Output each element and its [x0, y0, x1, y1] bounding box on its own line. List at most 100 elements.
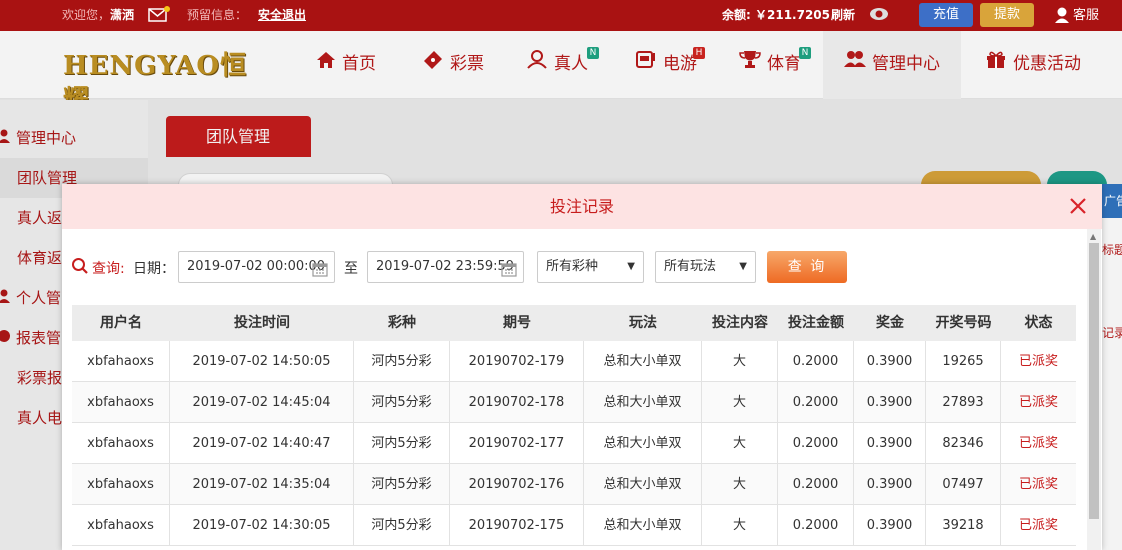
table-row: xbfahaoxs 2019-07-02 14:40:47 河内5分彩 2019… — [72, 423, 1076, 464]
col-header: 彩种 — [388, 315, 416, 331]
calendar-icon[interactable] — [312, 259, 328, 277]
cell-amount: 0.2000 — [778, 382, 854, 422]
col-header: 奖金 — [876, 315, 904, 331]
cell-status: 已派奖 — [1018, 477, 1058, 492]
cell-username: xbfahaoxs — [72, 423, 170, 463]
to-label: 至 — [344, 261, 358, 277]
background-fragment: 标题 — [1102, 243, 1122, 257]
background-fragment: 广告 — [1102, 184, 1122, 218]
logout-link[interactable]: 安全退出 — [258, 0, 306, 31]
bet-records-modal: 投注记录 查询: 日期： 2019-07-02 00:00:00 至 2019-… — [62, 184, 1102, 550]
gift-icon — [985, 31, 1007, 97]
cell-result: 82346 — [926, 423, 1001, 463]
dropdown-arrow-icon: ▼ — [627, 261, 635, 272]
cell-lottery: 河内5分彩 — [354, 341, 450, 381]
person-icon — [526, 31, 548, 97]
col-header: 投注金额 — [788, 315, 844, 331]
nav-slots[interactable]: 电游 — [633, 31, 699, 99]
cell-prize: 0.3900 — [854, 341, 926, 381]
end-date-input[interactable]: 2019-07-02 23:59:59 — [367, 251, 524, 283]
cell-bet-time: 2019-07-02 14:30:05 — [170, 505, 354, 545]
new-badge: N — [587, 47, 599, 59]
cell-play: 总和大小单双 — [584, 423, 702, 463]
refresh-link[interactable]: 刷新 — [831, 0, 855, 31]
nav-live[interactable]: 真人 — [524, 31, 590, 99]
cell-issue: 20190702-178 — [450, 382, 584, 422]
nav-label: 电游 — [663, 54, 697, 74]
reserved-info-label: 预留信息： — [187, 8, 248, 22]
col-header: 开奖号码 — [935, 315, 992, 331]
users-icon — [844, 31, 866, 97]
deposit-button[interactable]: 充值 — [919, 3, 973, 27]
cell-content: 大 — [702, 341, 778, 381]
cell-username: xbfahaoxs — [72, 464, 170, 504]
mail-icon[interactable] — [148, 0, 170, 31]
end-date-value: 2019-07-02 23:59:59 — [376, 259, 515, 274]
nav-home[interactable]: 首页 — [314, 31, 378, 99]
query-button[interactable]: 查 询 — [767, 251, 847, 283]
dropdown-arrow-icon: ▼ — [739, 261, 747, 272]
balance-value: ￥211.7205 — [755, 8, 831, 22]
cell-play: 总和大小单双 — [584, 464, 702, 504]
start-date-input[interactable]: 2019-07-02 00:00:00 — [178, 251, 335, 283]
play-type-value: 所有玩法 — [664, 259, 717, 274]
cell-amount: 0.2000 — [778, 341, 854, 381]
withdraw-button[interactable]: 提款 — [980, 3, 1034, 27]
cell-status: 已派奖 — [1018, 436, 1058, 451]
date-label: 日期： — [133, 261, 175, 277]
play-type-select[interactable]: 所有玩法 ▼ — [655, 251, 756, 283]
col-header: 期号 — [503, 315, 531, 331]
service-icon[interactable] — [1054, 0, 1070, 31]
calendar-icon[interactable] — [501, 259, 517, 277]
col-header: 投注内容 — [712, 315, 768, 331]
cell-content: 大 — [702, 423, 778, 463]
col-header: 用户名 — [100, 315, 142, 331]
site-logo[interactable]: HENGYAO恒耀 — [63, 49, 271, 115]
col-header: 状态 — [1024, 315, 1053, 331]
nav-label: 彩票 — [450, 54, 484, 74]
cell-issue: 20190702-175 — [450, 505, 584, 545]
cell-prize: 0.3900 — [854, 505, 926, 545]
table-header-row: 用户名 投注时间 彩种 期号 玩法 投注内容 投注金额 奖金 开奖号码 状态 — [72, 305, 1076, 341]
cell-bet-time: 2019-07-02 14:35:04 — [170, 464, 354, 504]
nav-sports[interactable]: 体育 — [737, 31, 803, 99]
cell-issue: 20190702-177 — [450, 423, 584, 463]
start-date-value: 2019-07-02 00:00:00 — [187, 259, 326, 274]
cell-status: 已派奖 — [1018, 354, 1058, 369]
cell-issue: 20190702-176 — [450, 464, 584, 504]
main-nav: HENGYAO恒耀 首页 彩票 真人 N 电游 H 体育 N 管理中心 优惠活动 — [0, 31, 1122, 115]
nav-label: 首页 — [342, 54, 376, 74]
username: 潇洒 — [110, 8, 135, 22]
service-link[interactable]: 客服 — [1073, 0, 1099, 31]
scroll-up-icon[interactable]: ▲ — [1090, 232, 1096, 241]
nav-lottery[interactable]: 彩票 — [420, 31, 486, 99]
cell-bet-time: 2019-07-02 14:50:05 — [170, 341, 354, 381]
cell-prize: 0.3900 — [854, 423, 926, 463]
cell-content: 大 — [702, 382, 778, 422]
cell-result: 19265 — [926, 341, 1001, 381]
cell-result: 07497 — [926, 464, 1001, 504]
cell-lottery: 河内5分彩 — [354, 382, 450, 422]
table-row: xbfahaoxs 2019-07-02 14:45:04 河内5分彩 2019… — [72, 382, 1076, 423]
cell-status: 已派奖 — [1018, 395, 1058, 410]
cell-result: 27893 — [926, 382, 1001, 422]
cell-lottery: 河内5分彩 — [354, 464, 450, 504]
cell-bet-time: 2019-07-02 14:40:47 — [170, 423, 354, 463]
background-fragment: 记录 — [1102, 326, 1122, 340]
cell-bet-time: 2019-07-02 14:45:04 — [170, 382, 354, 422]
balance-label: 余额: — [722, 8, 751, 22]
eye-icon[interactable] — [869, 0, 889, 31]
trophy-icon — [739, 31, 761, 97]
nav-management[interactable]: 管理中心 — [823, 31, 961, 99]
cell-content: 大 — [702, 464, 778, 504]
welcome-text: 欢迎您， — [62, 8, 111, 22]
close-icon[interactable] — [1064, 192, 1092, 220]
lottery-type-select[interactable]: 所有彩种 ▼ — [537, 251, 644, 283]
nav-label: 管理中心 — [872, 54, 940, 74]
cell-play: 总和大小单双 — [584, 505, 702, 545]
nav-promotions[interactable]: 优惠活动 — [983, 31, 1083, 99]
cell-lottery: 河内5分彩 — [354, 505, 450, 545]
cell-status: 已派奖 — [1018, 518, 1058, 533]
col-header: 投注时间 — [234, 315, 290, 331]
scrollbar-thumb[interactable] — [1089, 243, 1099, 519]
